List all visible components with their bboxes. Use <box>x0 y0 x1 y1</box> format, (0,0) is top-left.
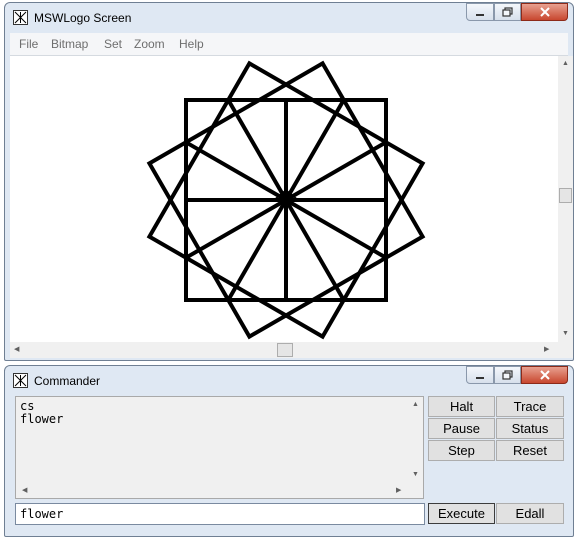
menu-file[interactable]: File <box>19 37 38 51</box>
command-history-text: cs flower <box>20 399 64 426</box>
close-icon <box>539 7 550 17</box>
minimize-icon <box>476 14 484 16</box>
scroll-down-arrow-icon[interactable]: ▼ <box>562 330 569 337</box>
screen-horizontal-scrollbar[interactable]: ◀ ▶ <box>10 342 558 358</box>
logo-drawing-canvas[interactable] <box>10 56 562 342</box>
history-scroll-down-arrow-icon[interactable]: ▼ <box>412 471 419 478</box>
history-scroll-up-arrow-icon[interactable]: ▲ <box>412 401 419 408</box>
pause-button[interactable]: Pause <box>428 418 495 439</box>
execute-button[interactable]: Execute <box>428 503 495 524</box>
close-icon <box>539 370 550 380</box>
commander-window-title: Commander <box>34 374 101 388</box>
minimize-icon <box>476 377 484 379</box>
screen-menubar: File Bitmap Set Zoom Help <box>10 33 568 56</box>
screen-close-button[interactable] <box>521 3 568 21</box>
restore-icon <box>501 370 513 380</box>
reset-button[interactable]: Reset <box>496 440 564 461</box>
menu-zoom[interactable]: Zoom <box>134 37 165 51</box>
horizontal-scroll-thumb[interactable] <box>277 343 293 357</box>
trace-button[interactable]: Trace <box>496 396 564 417</box>
history-scroll-right-arrow-icon[interactable]: ▶ <box>396 487 401 494</box>
step-button[interactable]: Step <box>428 440 495 461</box>
history-scroll-left-arrow-icon[interactable]: ◀ <box>22 487 27 494</box>
screen-window: MSWLogo Screen File Bitmap Set Zoom Help… <box>4 2 574 361</box>
commander-app-icon <box>13 373 28 388</box>
vertical-scroll-thumb[interactable] <box>559 188 572 203</box>
scrollbar-corner <box>558 342 573 358</box>
commander-close-button[interactable] <box>521 366 568 384</box>
turtle-drawing <box>146 60 426 340</box>
command-input[interactable] <box>15 503 425 525</box>
scroll-up-arrow-icon[interactable]: ▲ <box>562 60 569 67</box>
menu-help[interactable]: Help <box>179 37 204 51</box>
screen-maximize-button[interactable] <box>494 3 521 21</box>
commander-maximize-button[interactable] <box>494 366 521 384</box>
screen-window-title: MSWLogo Screen <box>34 11 132 25</box>
scroll-right-arrow-icon[interactable]: ▶ <box>544 346 549 353</box>
halt-button[interactable]: Halt <box>428 396 495 417</box>
edall-button[interactable]: Edall <box>496 503 564 524</box>
restore-icon <box>501 7 513 17</box>
status-button[interactable]: Status <box>496 418 564 439</box>
command-history-list[interactable]: cs flower ▲ ▼ ◀ ▶ <box>15 396 424 499</box>
screen-vertical-scrollbar[interactable]: ▲ ▼ <box>558 56 573 342</box>
menu-set[interactable]: Set <box>104 37 122 51</box>
mswlogo-app-icon <box>13 10 28 25</box>
screen-minimize-button[interactable] <box>466 3 494 21</box>
scroll-left-arrow-icon[interactable]: ◀ <box>14 346 19 353</box>
commander-minimize-button[interactable] <box>466 366 494 384</box>
menu-bitmap[interactable]: Bitmap <box>51 37 88 51</box>
